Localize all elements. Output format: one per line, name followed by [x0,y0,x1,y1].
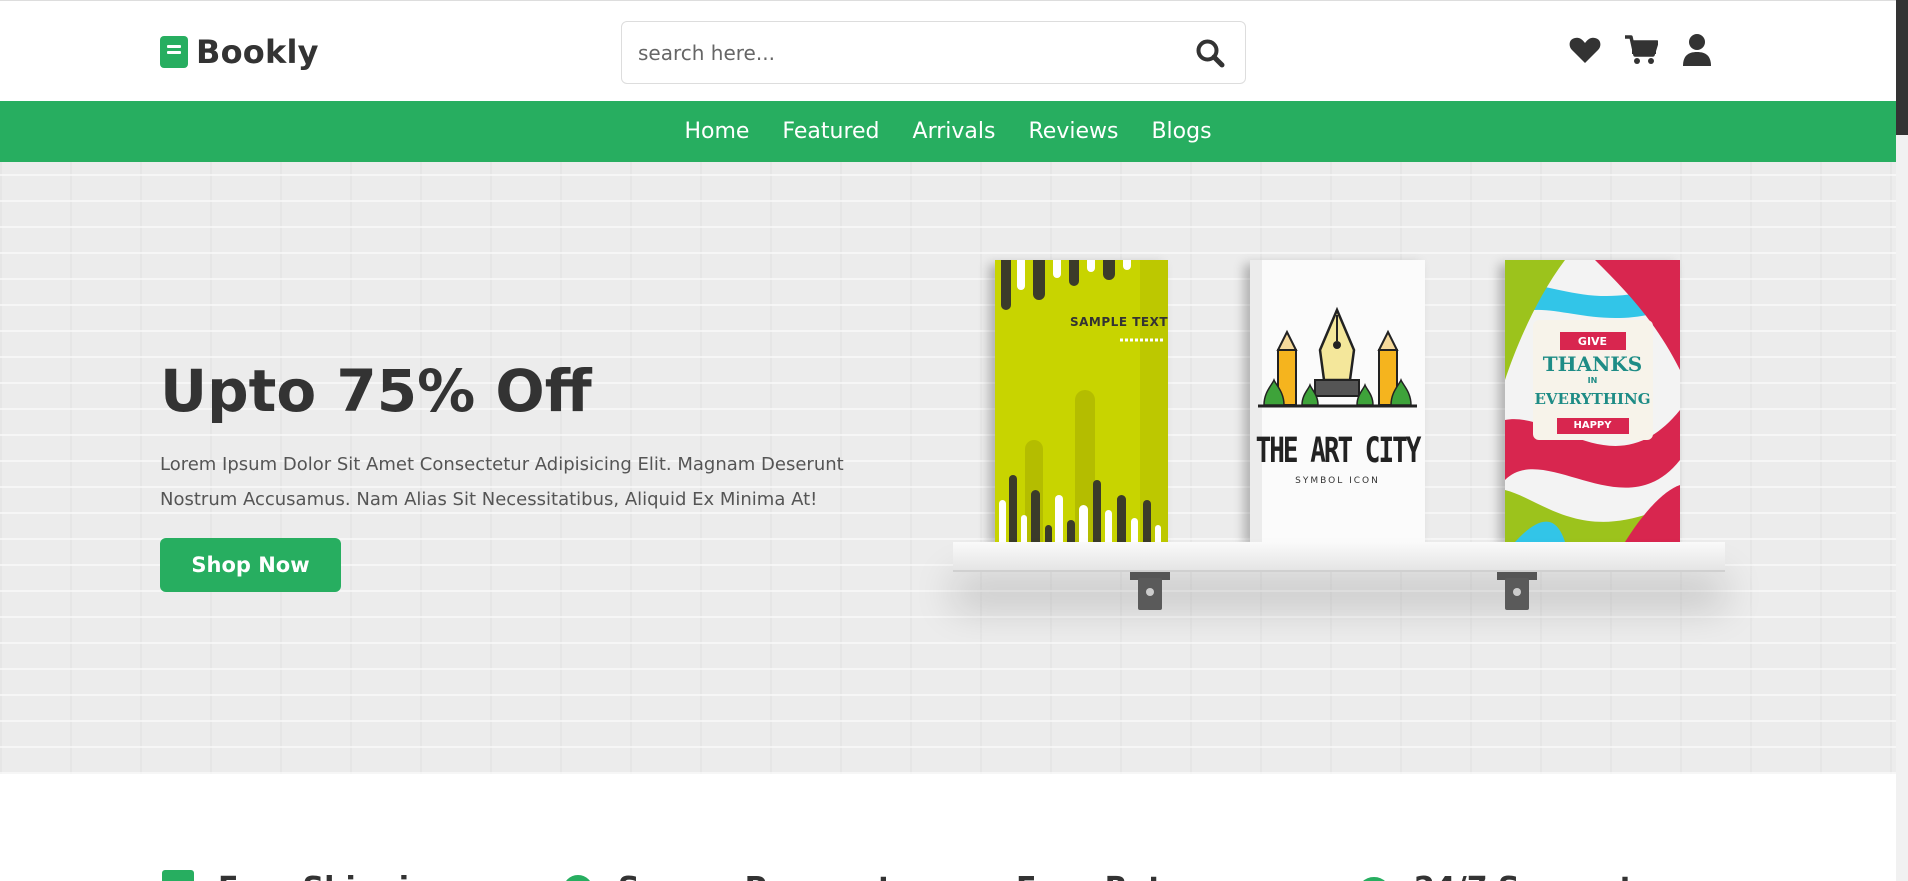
book-line-thanks: THANKS [1542,352,1643,376]
cart-icon [1625,35,1658,64]
book-icon [160,36,188,68]
search-bar [621,21,1246,84]
shelf-board [953,542,1725,572]
book-cover-sample-text: SAMPLE TEXT [1070,315,1168,329]
nav-featured[interactable]: Featured [782,119,879,144]
feature-title: Free Shipping [218,871,452,881]
cart-button[interactable] [1624,31,1658,69]
scrollbar-thumb[interactable] [1896,0,1908,135]
lock-icon [566,875,590,881]
shop-now-button[interactable]: Shop Now [160,538,341,592]
hero-section: Upto 75% Off Lorem Ipsum Dolor Sit Amet … [0,162,1896,774]
header-icons [1568,31,1714,69]
logo[interactable]: Bookly [160,33,319,71]
feature-secure-payment: Secure Payment [560,870,892,881]
book-line-give: GIVE [1577,335,1608,348]
feature-free-shipping: Free Shipping [160,870,452,881]
book-line-happy: HAPPY [1573,420,1612,431]
book-cover-art-city[interactable]: THE ART CITY SYMBOL ICON [1250,260,1425,542]
nav-home[interactable]: Home [684,119,749,144]
book-title: THE ART CITY [1255,430,1422,472]
search-icon [1196,39,1225,67]
wishlist-button[interactable] [1568,31,1602,69]
header: Bookly [0,0,1896,101]
book-cover-sample[interactable]: SAMPLE TEXT [995,260,1168,542]
book-cover-thanks[interactable]: GIVE THANKS IN EVERYTHING HAPPY [1505,260,1680,542]
headset-icon [1363,877,1385,881]
feature-title: 24/7 Support [1414,871,1634,881]
pen-pencils-icon [1250,260,1425,542]
hero-description: Lorem Ipsum Dolor Sit Amet Consectetur A… [160,454,844,510]
feature-easy-returns: Easy Returns [958,870,1238,881]
account-button[interactable] [1680,31,1714,69]
search-input[interactable] [622,22,1175,83]
feature-support: 24/7 Support [1356,870,1634,881]
book-subtitle: SYMBOL ICON [1295,476,1380,486]
shelf-bracket [1130,572,1170,610]
heart-icon [1569,37,1601,63]
shelf-bracket [1497,572,1537,610]
feature-title: Secure Payment [618,871,892,881]
returns-icon [958,870,994,881]
search-button[interactable] [1175,22,1245,83]
main-nav: Home Featured Arrivals Reviews Blogs [0,101,1896,162]
shipping-icon [162,870,194,881]
book-line-everything: EVERYTHING [1534,390,1651,408]
hero-title: Upto 75% Off [160,357,592,425]
scrollbar[interactable] [1896,0,1908,881]
book-cover-art [995,260,1168,542]
nav-reviews[interactable]: Reviews [1028,119,1118,144]
feature-title: Easy Returns [1016,871,1238,881]
book-shelf: SAMPLE TEXT THE ART CITY SYMBOL ICON GIV… [950,260,1730,660]
book-line-in: IN [1587,376,1598,385]
features-section: Free Shipping Secure Payment Easy Return… [0,774,1896,881]
user-icon [1683,34,1711,66]
nav-blogs[interactable]: Blogs [1151,119,1211,144]
nav-arrivals[interactable]: Arrivals [913,119,996,144]
brand-name: Bookly [196,33,319,71]
